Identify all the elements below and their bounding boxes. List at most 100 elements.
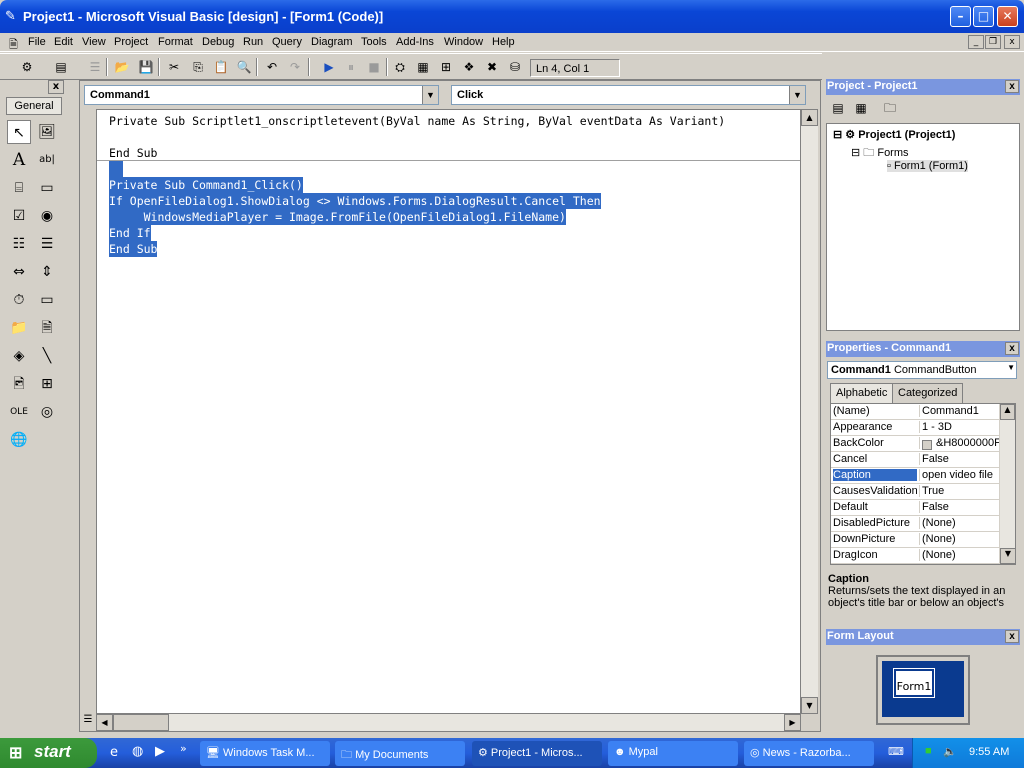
start-icon[interactable]: ▶ <box>320 58 338 76</box>
timer-icon[interactable]: ⏱ <box>7 288 31 312</box>
properties-title[interactable]: Properties - Command1 x <box>826 341 1020 357</box>
toggle-folders-icon[interactable]: 🗀 <box>881 99 899 117</box>
listbox-icon[interactable]: ☰ <box>35 232 59 256</box>
maximize-button[interactable]: □ <box>973 6 994 27</box>
add-form-icon[interactable]: ▤ <box>52 58 70 76</box>
scroll-down-icon[interactable]: ▼ <box>1000 548 1015 564</box>
scroll-up-icon[interactable]: ▲ <box>801 109 818 126</box>
picturebox-icon[interactable]: 🖼 <box>35 120 59 144</box>
firefox-icon[interactable]: ◍ <box>132 744 143 759</box>
scroll-down-icon[interactable]: ▼ <box>801 697 818 714</box>
filelistbox-icon[interactable]: 🗎 <box>35 316 59 340</box>
procedure-dropdown[interactable]: Click ▼ <box>451 85 806 105</box>
menu-run[interactable]: Run <box>243 36 263 48</box>
toolbox-general-tab[interactable]: General <box>6 97 62 115</box>
close-button[interactable]: ✕ <box>997 6 1018 27</box>
combobox-icon[interactable]: ☷ <box>7 232 31 256</box>
object-selector[interactable]: Command1 CommandButton ▼ <box>827 361 1017 379</box>
mdi-minimize-button[interactable]: _ <box>968 35 984 49</box>
tray-app-icon[interactable]: ■ <box>925 745 932 757</box>
open-project-icon[interactable]: 📂 <box>113 58 131 76</box>
media-player-icon[interactable]: ▶ <box>155 744 165 759</box>
tab-categorized[interactable]: Categorized <box>892 383 964 403</box>
property-row[interactable]: Appearance 1 - 3D <box>831 420 999 436</box>
pointer-icon[interactable]: ↖ <box>7 120 31 144</box>
mdi-restore-button[interactable]: ❐ <box>985 35 1001 49</box>
add-project-icon[interactable]: ⚙ <box>18 58 36 76</box>
undo-icon[interactable]: ↶ <box>263 58 281 76</box>
scroll-left-icon[interactable]: ◀ <box>96 714 113 731</box>
property-row[interactable]: Cancel False <box>831 452 999 468</box>
task-mypal[interactable]: ☻ Mypal <box>608 741 738 766</box>
frame-icon[interactable]: ⌸ <box>7 176 31 200</box>
toolbox-close-button[interactable]: x <box>48 80 64 94</box>
cut-icon[interactable]: ✂ <box>165 58 183 76</box>
webbrowser-icon[interactable]: 🌐 <box>7 428 31 452</box>
shape-icon[interactable]: ◈ <box>7 344 31 368</box>
tree-root[interactable]: ⊟ ⚙ Project1 (Project1) <box>833 128 955 141</box>
project-explorer-icon[interactable]: ⛭ <box>391 58 409 76</box>
label-icon[interactable]: A <box>7 148 31 172</box>
ole-icon[interactable]: OLE <box>7 400 31 424</box>
optionbutton-icon[interactable]: ◉ <box>35 204 59 228</box>
menu-diagram[interactable]: Diagram <box>311 36 353 48</box>
property-row[interactable]: Default False <box>831 500 999 516</box>
vb-app-icon[interactable]: ✎ <box>5 9 16 24</box>
property-row-selected[interactable]: Caption open video file <box>831 468 999 484</box>
start-button[interactable]: ⊞ start <box>0 738 97 768</box>
checkbox-icon[interactable]: ☑ <box>7 204 31 228</box>
project-close-button[interactable]: x <box>1005 80 1019 93</box>
chevron-down-icon[interactable]: ▼ <box>1007 363 1015 372</box>
menu-window[interactable]: Window <box>444 36 483 48</box>
project-explorer-title[interactable]: Project - Project1 x <box>826 79 1020 95</box>
paste-icon[interactable]: 📋 <box>212 58 230 76</box>
property-row[interactable]: DisabledPicture (None) <box>831 516 999 532</box>
menu-edit[interactable]: Edit <box>54 36 73 48</box>
copy-icon[interactable]: ⎘ <box>189 58 207 76</box>
media-player-icon[interactable]: ◎ <box>35 400 59 424</box>
task-my-documents[interactable]: 🗀 My Documents <box>335 741 465 766</box>
form-layout-title[interactable]: Form Layout x <box>826 629 1020 645</box>
vertical-scrollbar[interactable]: ▲ ▼ <box>801 109 818 714</box>
vscrollbar-icon[interactable]: ⇕ <box>35 260 59 284</box>
property-row[interactable]: BackColor &H8000000F <box>831 436 999 452</box>
scroll-thumb[interactable] <box>113 714 169 731</box>
property-grid[interactable]: (Name) Command1 Appearance 1 - 3D BackColo… <box>830 403 1016 565</box>
form-preview[interactable]: Form1 <box>893 668 935 698</box>
horizontal-scrollbar[interactable]: ◀ ▶ <box>96 714 801 731</box>
break-icon[interactable]: ⏸ <box>342 58 360 76</box>
line-icon[interactable]: ╲ <box>35 344 59 368</box>
property-row[interactable]: (Name) Command1 <box>831 404 999 420</box>
menu-view[interactable]: View <box>82 36 106 48</box>
view-object-icon[interactable]: ▦ <box>852 99 870 117</box>
properties-close-button[interactable]: x <box>1005 342 1019 355</box>
menu-add-ins[interactable]: Add-Ins <box>396 36 434 48</box>
task-vb-project[interactable]: ⚙ Project1 - Micros... <box>472 741 602 766</box>
tree-item[interactable]: ▫ Form1 (Form1) <box>887 160 968 172</box>
volume-icon[interactable]: 🔈 <box>943 745 957 758</box>
property-row[interactable]: CausesValidation True <box>831 484 999 500</box>
property-scrollbar[interactable]: ▲ ▼ <box>999 404 1015 564</box>
drivelistbox-icon[interactable]: ▭ <box>35 288 59 312</box>
minimize-button[interactable]: – <box>950 6 971 27</box>
data-view-icon[interactable]: ⛁ <box>506 58 524 76</box>
toolbox-icon[interactable]: ✖ <box>483 58 501 76</box>
clock[interactable]: 9:55 AM <box>969 746 1009 758</box>
scroll-up-icon[interactable]: ▲ <box>1000 404 1015 420</box>
textbox-icon[interactable]: ab| <box>35 148 59 172</box>
quick-launch-more-icon[interactable]: » <box>180 742 187 755</box>
menu-editor-icon[interactable]: ☰ <box>86 58 104 76</box>
task-task-manager[interactable]: 🖥 Windows Task M... <box>200 741 330 766</box>
menu-debug[interactable]: Debug <box>202 36 234 48</box>
tab-alphabetic[interactable]: Alphabetic <box>830 383 894 403</box>
object-browser-icon[interactable]: ❖ <box>460 58 478 76</box>
dirlistbox-icon[interactable]: 📁 <box>7 316 31 340</box>
redo-icon[interactable]: ↷ <box>286 58 304 76</box>
project-tree[interactable]: ⊟ ⚙ Project1 (Project1) ⊟ 🗀 Forms ▫ Form… <box>826 123 1020 331</box>
scroll-right-icon[interactable]: ▶ <box>784 714 801 731</box>
form-layout-icon[interactable]: ⊞ <box>437 58 455 76</box>
object-dropdown[interactable]: Command1 ▼ <box>84 85 439 105</box>
data-icon[interactable]: ⊞ <box>35 372 59 396</box>
procedure-view-icon[interactable]: ☰ <box>80 714 96 731</box>
image-icon[interactable]: 🖻 <box>7 372 31 396</box>
